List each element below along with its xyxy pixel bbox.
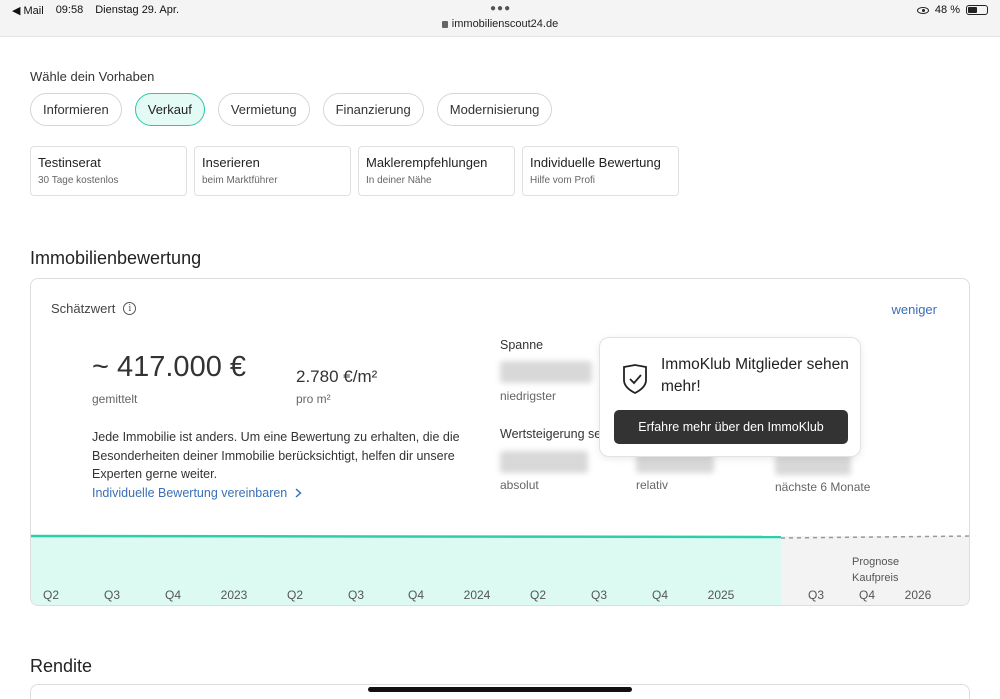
popup-title: ImmoKlub Mitglieder sehen mehr! (661, 356, 849, 395)
card-maklerempfehlungen[interactable]: Maklerempfehlungen In deiner Nähe (358, 146, 515, 196)
vorhaben-label: Wähle dein Vorhaben (30, 69, 155, 84)
pill-finanzierung[interactable]: Finanzierung (322, 93, 424, 126)
spanne-label: Spanne (500, 338, 544, 352)
pill-modernisierung[interactable]: Modernisierung (436, 93, 553, 126)
x-tick-label: Q3 (591, 588, 607, 602)
x-tick-label: Q2 (530, 588, 546, 602)
relativ-label: relativ (636, 478, 669, 492)
shield-check-icon (623, 364, 647, 394)
sqm-label: pro m² (296, 392, 331, 406)
x-tick-label: 2026 (905, 588, 932, 602)
bewertung-vereinbaren-link[interactable]: Individuelle Bewertung vereinbaren (92, 486, 302, 500)
x-tick-label: Q3 (808, 588, 824, 602)
rendite-heading: Rendite (30, 656, 93, 676)
x-tick-label: Q4 (859, 588, 875, 602)
x-tick-label: Q4 (408, 588, 424, 602)
weniger-link[interactable]: weniger (891, 302, 937, 317)
card-subtitle: Hilfe vom Profi (530, 175, 596, 186)
immoklub-button[interactable]: Erfahre mehr über den ImmoKlub (614, 410, 848, 444)
lock-icon (441, 21, 448, 28)
card-subtitle: In deiner Nähe (366, 175, 432, 186)
wertsteigerung-label: Wertsteigerung se (500, 427, 602, 441)
pill-vermietung[interactable]: Vermietung (217, 93, 310, 126)
x-tick-label: Q2 (43, 588, 59, 602)
bewertung-description: Jede Immobilie ist anders. Um eine Bewer… (92, 430, 460, 481)
history-area (31, 536, 781, 605)
more-dots-icon[interactable]: ●●● (490, 3, 511, 14)
pill-informieren[interactable]: Informieren (30, 93, 122, 126)
price-label: gemittelt (92, 392, 138, 406)
x-tick-label: Q4 (652, 588, 668, 602)
price-history-chart: Q2 Q3 Q4 2023 Q2 Q3 Q4 2024 Q2 Q3 Q4 2025 Q3 Q4 2026 Pr… (31, 534, 969, 605)
status-time: 09:58 (55, 4, 84, 16)
blurred-absolute-value (500, 451, 588, 473)
blurred-min-value (500, 361, 592, 383)
vorhaben-pills: Informieren Verkauf Vermietung Finanzier… (30, 93, 553, 126)
x-tick-label: Q3 (104, 588, 120, 602)
url-text: immobilienscout24.de (451, 18, 559, 30)
privacy-icon (916, 6, 929, 14)
bewertung-heading: Immobilienbewertung (30, 248, 202, 268)
sqm-price: 2.780 €/m² (296, 367, 378, 386)
estimated-price: ~ 417.000 € (92, 351, 247, 383)
link-label: Individuelle Bewertung vereinbaren (92, 486, 288, 500)
card-inserieren[interactable]: Inserieren beim Marktführer (194, 146, 351, 196)
card-subtitle: beim Marktführer (202, 175, 278, 186)
card-individuelle-bewertung[interactable]: Individuelle Bewertung Hilfe vom Profi (522, 146, 679, 196)
card-title: Maklerempfehlungen (366, 155, 488, 170)
service-cards: Testinserat 30 Tage kostenlos Inserieren… (30, 146, 679, 196)
forecast-label: Kaufpreis (852, 572, 899, 584)
naechste-monate-label: nächste 6 Monate (775, 480, 871, 494)
pill-verkauf[interactable]: Verkauf (134, 93, 205, 126)
card-title: Individuelle Bewertung (530, 155, 661, 170)
bewertung-panel: Schätzwert i weniger ~ 417.000 € gemitte… (30, 278, 970, 606)
history-line (31, 534, 782, 539)
x-tick-label: Q2 (287, 588, 303, 602)
schaetzwert-label: Schätzwert (51, 301, 116, 316)
x-tick-label: Q4 (165, 588, 181, 602)
immoklub-popup: ImmoKlub Mitglieder sehen mehr! Erfahre … (599, 337, 861, 457)
back-to-mail[interactable]: ◀ Mail (12, 4, 44, 17)
card-subtitle: 30 Tage kostenlos (38, 175, 119, 186)
card-title: Inserieren (202, 155, 260, 170)
address-bar[interactable]: immobilienscout24.de (0, 18, 1000, 30)
forecast-label: Prognose (852, 556, 899, 568)
home-indicator[interactable] (368, 687, 632, 692)
x-tick-label: 2023 (221, 588, 248, 602)
x-tick-label: 2024 (464, 588, 491, 602)
absolut-label: absolut (500, 478, 539, 492)
info-icon[interactable]: i (123, 302, 137, 315)
battery-icon (966, 5, 988, 15)
status-bar: ◀ Mail 09:58 Dienstag 29. Apr. ●●● immob… (0, 0, 1000, 37)
niedrigster-label: niedrigster (500, 389, 557, 403)
battery-percent: 48 % (934, 4, 960, 16)
status-date: Dienstag 29. Apr. (95, 4, 179, 16)
card-testinserat[interactable]: Testinserat 30 Tage kostenlos (30, 146, 187, 196)
x-tick-label: Q3 (348, 588, 364, 602)
chevron-right-icon (295, 488, 302, 498)
x-tick-label: 2025 (708, 588, 735, 602)
card-title: Testinserat (38, 155, 101, 170)
